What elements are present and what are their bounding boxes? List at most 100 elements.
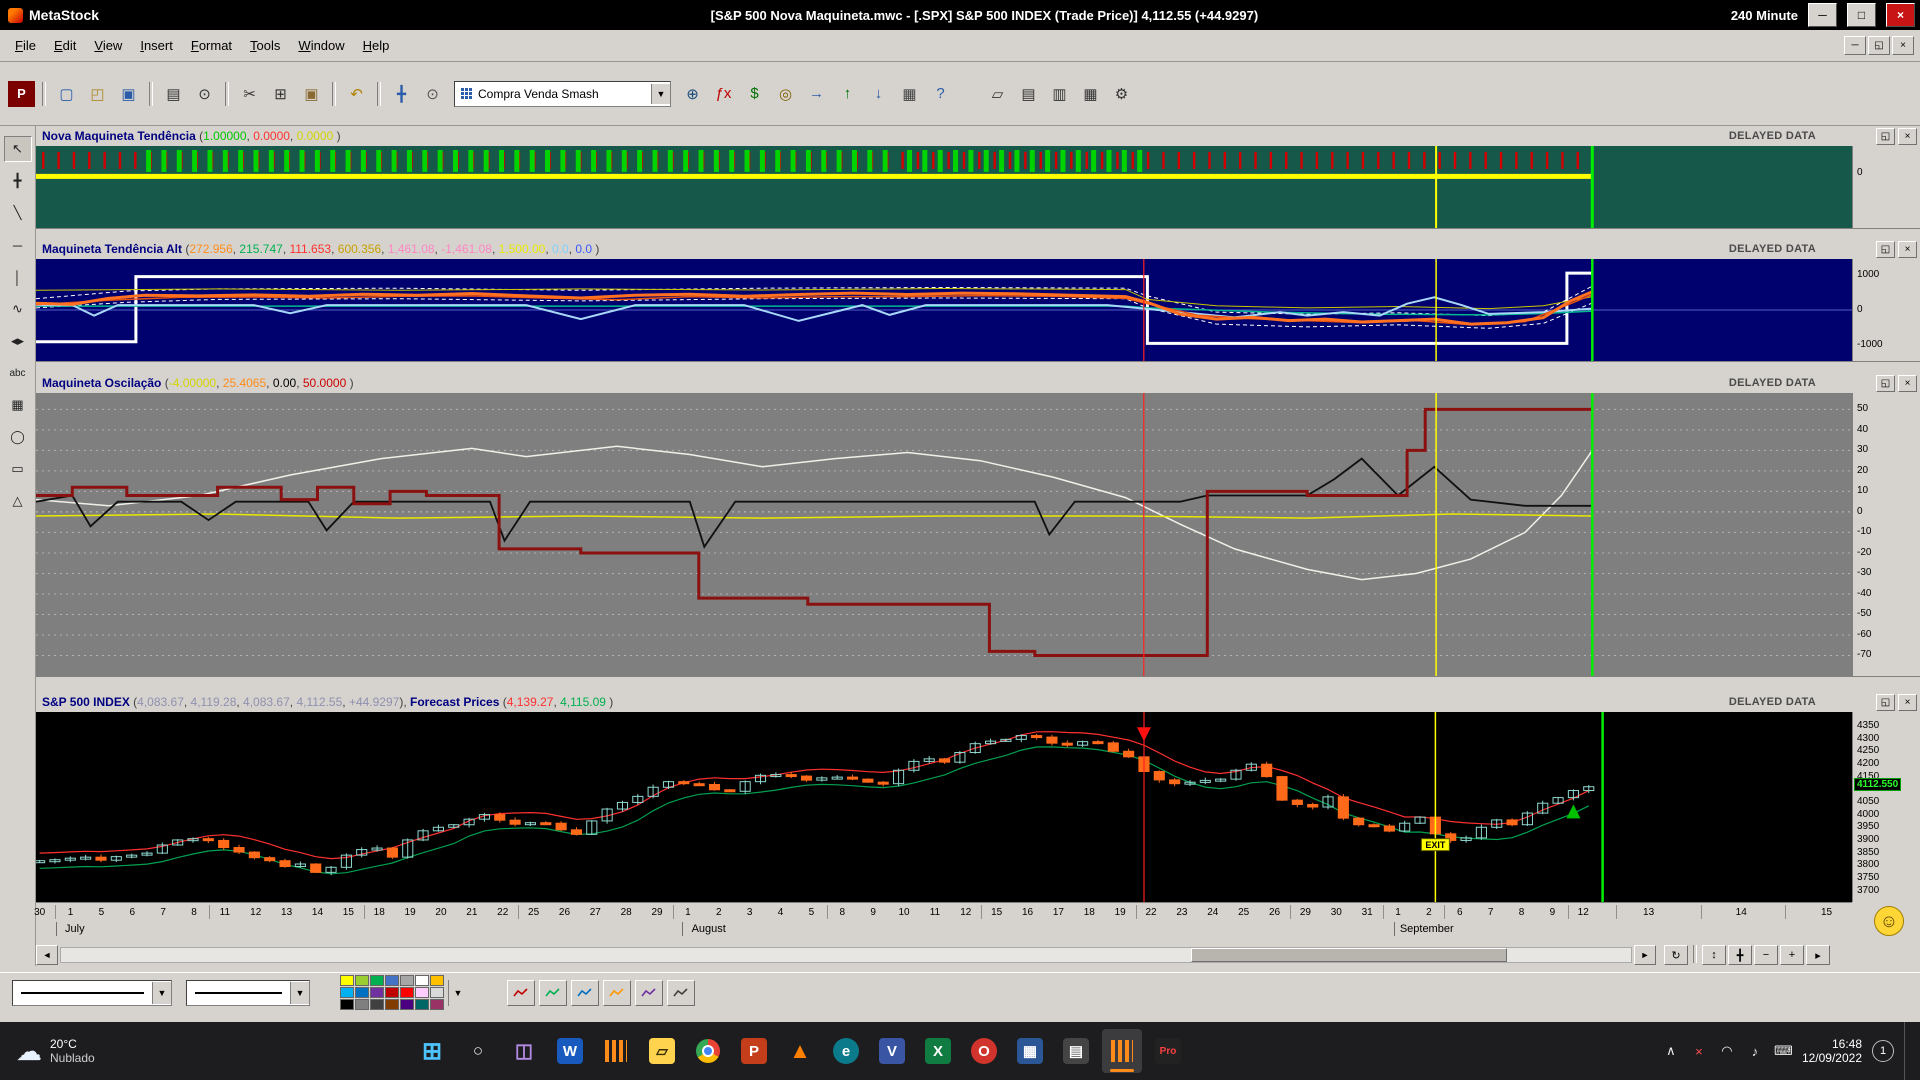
print-preview-button[interactable]: ⊙ xyxy=(190,80,219,108)
child-close-button[interactable]: × xyxy=(1892,36,1914,55)
color-swatch[interactable] xyxy=(340,999,354,1010)
layout-preset-dropdown[interactable]: Compra Venda Smash▼ xyxy=(454,81,671,107)
color-swatch[interactable] xyxy=(355,975,369,986)
panel-restore-button[interactable]: ◱ xyxy=(1876,241,1895,258)
tray-expand-icon[interactable]: ∧ xyxy=(1662,1043,1680,1059)
open-button[interactable]: ◰ xyxy=(83,80,112,108)
notification-badge[interactable]: 1 xyxy=(1872,1040,1894,1062)
scroll-tool-button[interactable]: ╋ xyxy=(387,80,416,108)
color-swatch[interactable] xyxy=(400,987,414,998)
downloader-button[interactable]: ↓ xyxy=(864,80,893,108)
vertical-line-tool[interactable]: │ xyxy=(4,264,32,290)
chart-style-button[interactable] xyxy=(603,980,631,1006)
panel-header-oscilacao[interactable]: Maquineta Oscilação (-4.00000, 25.4065, … xyxy=(36,373,1920,393)
color-swatch[interactable] xyxy=(355,999,369,1010)
internet-button[interactable]: ⊕ xyxy=(678,80,707,108)
vlc-icon[interactable]: ▲ xyxy=(780,1029,820,1073)
color-swatch[interactable] xyxy=(385,975,399,986)
child-restore-button[interactable]: ◱ xyxy=(1868,36,1890,55)
trendline-tool[interactable]: ╲ xyxy=(4,200,32,226)
nova-tendencia-chart[interactable] xyxy=(36,146,1852,228)
refresh-button[interactable]: ↻ xyxy=(1664,945,1688,965)
pro-app-icon[interactable]: Pro xyxy=(1148,1029,1188,1073)
cut-button[interactable]: ✂ xyxy=(235,80,264,108)
arrange-windows-button[interactable]: ▦ xyxy=(1076,80,1105,108)
color-swatch[interactable] xyxy=(370,987,384,998)
metastock-icon[interactable] xyxy=(596,1029,636,1073)
menu-tools[interactable]: Tools xyxy=(241,34,289,57)
start-button[interactable]: ⊞ xyxy=(412,1029,452,1073)
expert-advisor-dollar-button[interactable]: $ xyxy=(740,80,769,108)
menu-window[interactable]: Window xyxy=(289,34,353,57)
line-weight-dropdown[interactable]: ▼ xyxy=(186,980,310,1006)
panel-restore-button[interactable]: ◱ xyxy=(1876,694,1895,711)
help-button[interactable]: ? xyxy=(926,80,955,108)
tile-horizontal-button[interactable]: ▤ xyxy=(1014,80,1043,108)
triangle-tool[interactable]: △ xyxy=(4,488,32,514)
edge-icon[interactable]: e xyxy=(826,1029,866,1073)
panel-header-tendencia-alt[interactable]: Maquineta Tendência Alt (272.956, 215.74… xyxy=(36,239,1920,259)
ellipse-tool[interactable]: ◯ xyxy=(4,424,32,450)
chrome-icon[interactable] xyxy=(688,1029,728,1073)
panel-restore-button[interactable]: ◱ xyxy=(1876,375,1895,392)
color-swatch[interactable] xyxy=(370,975,384,986)
line-style-dropdown[interactable]: ▼ xyxy=(12,980,172,1006)
copy-button[interactable]: ⊞ xyxy=(266,80,295,108)
color-swatch[interactable] xyxy=(430,999,444,1010)
menu-view[interactable]: View xyxy=(85,34,131,57)
scroll-left-button[interactable]: ◄ xyxy=(36,945,58,965)
grid-tool[interactable]: ▦ xyxy=(4,392,32,418)
cascade-windows-button[interactable]: ▱ xyxy=(983,80,1012,108)
formula-button[interactable]: ƒx xyxy=(709,80,738,108)
scrollbar-thumb[interactable] xyxy=(1191,948,1507,962)
color-swatch[interactable] xyxy=(430,987,444,998)
save-button[interactable]: ▣ xyxy=(114,80,143,108)
zigzag-tool[interactable]: ∿ xyxy=(4,296,32,322)
scroll-left-right-tool[interactable]: ◂▸ xyxy=(4,328,32,354)
color-swatch[interactable] xyxy=(370,999,384,1010)
horizontal-line-tool[interactable]: ─ xyxy=(4,232,32,258)
browser-icon[interactable]: O xyxy=(964,1029,1004,1073)
app-grid-icon[interactable]: ▦ xyxy=(1010,1029,1050,1073)
color-swatch[interactable] xyxy=(415,975,429,986)
tile-vertical-button[interactable]: ▥ xyxy=(1045,80,1074,108)
upload-button[interactable]: ↑ xyxy=(833,80,862,108)
panel-header-sp500[interactable]: S&P 500 INDEX (4,083.67, 4,119.28, 4,083… xyxy=(36,692,1920,712)
undo-button[interactable]: ↶ xyxy=(342,80,371,108)
rectangle-tool[interactable]: ▭ xyxy=(4,456,32,482)
text-tool[interactable]: abc xyxy=(4,360,32,386)
maximize-button[interactable]: □ xyxy=(1847,3,1876,27)
show-desktop-button[interactable] xyxy=(1904,1022,1910,1080)
search-icon[interactable]: ○ xyxy=(458,1029,498,1073)
close-button[interactable]: × xyxy=(1886,3,1915,27)
child-minimize-button[interactable]: ─ xyxy=(1844,36,1866,55)
metastock-active-icon[interactable] xyxy=(1102,1029,1142,1073)
menu-insert[interactable]: Insert xyxy=(131,34,182,57)
customize-button[interactable]: ⚙ xyxy=(1107,80,1136,108)
snapshot-button[interactable]: ▦ xyxy=(895,80,924,108)
color-swatch[interactable] xyxy=(385,999,399,1010)
menu-edit[interactable]: Edit xyxy=(45,34,85,57)
zoom-out-button[interactable]: − xyxy=(1754,945,1778,965)
color-swatch[interactable] xyxy=(355,987,369,998)
expert-advisor-smiley-icon[interactable]: ☺ xyxy=(1874,906,1904,936)
color-swatch[interactable] xyxy=(415,999,429,1010)
wifi-icon[interactable]: ◠ xyxy=(1718,1043,1736,1059)
oscilacao-chart[interactable] xyxy=(36,393,1852,676)
menu-help[interactable]: Help xyxy=(354,34,399,57)
minimize-button[interactable]: ─ xyxy=(1808,3,1837,27)
expand-right-button[interactable]: ▸ xyxy=(1806,945,1830,965)
power-console-button[interactable]: P xyxy=(7,80,36,108)
chart-style-button[interactable] xyxy=(635,980,663,1006)
paste-button[interactable]: ▣ xyxy=(297,80,326,108)
panel-close-button[interactable]: × xyxy=(1898,241,1917,258)
scrollbar-track[interactable] xyxy=(60,947,1632,963)
visio-icon[interactable]: V xyxy=(872,1029,912,1073)
powerpoint-icon[interactable]: P xyxy=(734,1029,774,1073)
chart-style-button[interactable] xyxy=(571,980,599,1006)
panel-close-button[interactable]: × xyxy=(1898,694,1917,711)
task-view-icon[interactable]: ◫ xyxy=(504,1029,544,1073)
crosshair-tool[interactable]: ╋ xyxy=(4,168,32,194)
color-swatch[interactable] xyxy=(340,975,354,986)
vertical-scale-button[interactable]: ↕ xyxy=(1702,945,1726,965)
